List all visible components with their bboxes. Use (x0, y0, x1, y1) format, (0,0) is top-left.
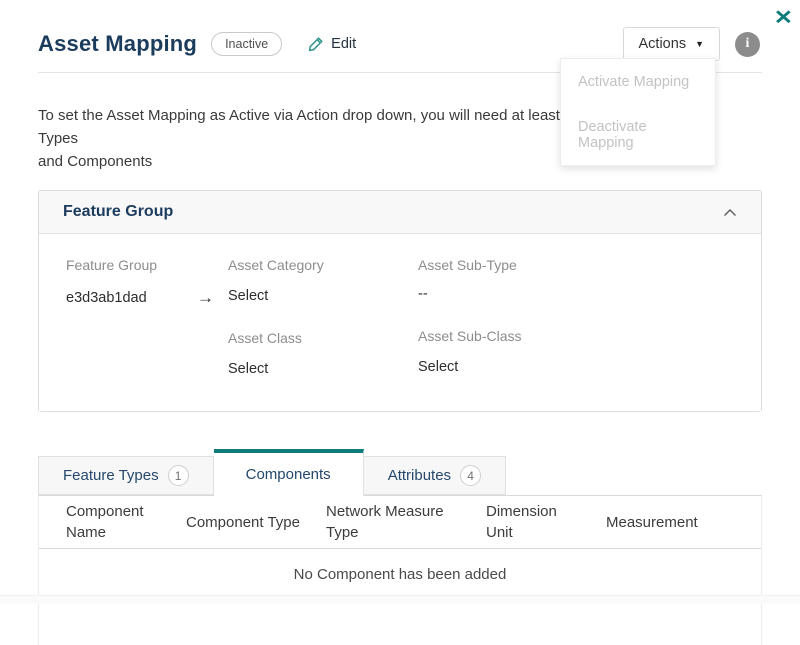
arrow-right-icon: → (197, 288, 214, 308)
asset-sub-type-value: -- (418, 286, 734, 302)
asset-sub-type-field: Asset Sub-Type -- (418, 257, 734, 302)
modal-header: Asset Mapping Inactive Edit Actions ▼ i (0, 0, 800, 61)
asset-class-field: Asset Class Select (228, 330, 418, 377)
actions-dropdown-menu: Activate Mapping Deactivate Mapping (560, 58, 716, 166)
status-badge: Inactive (211, 32, 282, 56)
asset-sub-class-label: Asset Sub-Class (418, 328, 734, 344)
close-icon[interactable]: ✕ (774, 8, 793, 28)
description-part1: To set the Asset Mapping as Active via A… (38, 107, 572, 124)
actions-dropdown-button[interactable]: Actions ▼ (623, 27, 720, 61)
feature-group-panel-title: Feature Group (63, 203, 173, 221)
menu-item-deactivate-mapping[interactable]: Deactivate Mapping (561, 104, 715, 165)
tab-feature-types-label: Feature Types (63, 467, 159, 484)
tab-attributes-label: Attributes (388, 467, 451, 484)
edit-button[interactable]: Edit (308, 36, 356, 52)
asset-sub-class-field: Asset Sub-Class Select (418, 328, 734, 375)
tab-components-label: Components (246, 466, 331, 483)
asset-category-select[interactable]: Select (228, 288, 418, 304)
asset-class-select[interactable]: Select (228, 361, 418, 377)
description-part2: Types (38, 130, 78, 147)
column-header-measurement: Measurement (594, 512, 761, 533)
edit-label: Edit (331, 36, 356, 52)
menu-item-activate-mapping[interactable]: Activate Mapping (561, 59, 715, 104)
pencil-icon (308, 36, 331, 52)
page-title: Asset Mapping (38, 31, 197, 57)
asset-sub-type-label: Asset Sub-Type (418, 257, 734, 273)
column-header-network-measure-type: Network Measure Type (314, 501, 474, 543)
tab-attributes-count-badge: 4 (460, 465, 481, 486)
empty-state-message: No Component has been added (39, 549, 761, 583)
feature-group-value: e3d3ab1dad (66, 290, 147, 306)
asset-sub-class-select[interactable]: Select (418, 359, 734, 375)
tab-feature-types-count-badge: 1 (168, 465, 189, 486)
info-icon[interactable]: i (735, 32, 760, 57)
tab-bar: Feature Types 1 Components Attributes 4 (38, 448, 762, 495)
column-header-component-type: Component Type (174, 512, 314, 533)
feature-group-label: Feature Group (66, 257, 228, 273)
tab-feature-types[interactable]: Feature Types 1 (38, 456, 214, 495)
feature-group-field: Feature Group e3d3ab1dad → (66, 257, 228, 308)
tab-attributes[interactable]: Attributes 4 (364, 456, 506, 495)
feature-group-panel: Feature Group Feature Group e3d3ab1dad → (38, 190, 762, 412)
asset-class-label: Asset Class (228, 330, 418, 346)
components-table-header: Component Name Component Type Network Me… (39, 496, 761, 549)
chevron-down-icon: ▼ (695, 39, 704, 49)
column-header-component-name: Component Name (39, 501, 174, 543)
actions-label: Actions (639, 36, 687, 52)
asset-mapping-modal: ✕ Asset Mapping Inactive Edit Actions ▼ … (0, 0, 800, 604)
page-background-strip (0, 595, 800, 604)
tab-components[interactable]: Components (214, 449, 364, 496)
feature-group-panel-header[interactable]: Feature Group (39, 191, 761, 234)
feature-group-panel-body: Feature Group e3d3ab1dad → Asset Categor… (39, 234, 761, 411)
components-table: Component Name Component Type Network Me… (38, 495, 762, 645)
column-header-dimension-unit: Dimension Unit (474, 501, 594, 543)
asset-category-field: Asset Category Select (228, 257, 418, 304)
asset-category-label: Asset Category (228, 257, 418, 273)
chevron-up-icon[interactable] (723, 208, 737, 217)
